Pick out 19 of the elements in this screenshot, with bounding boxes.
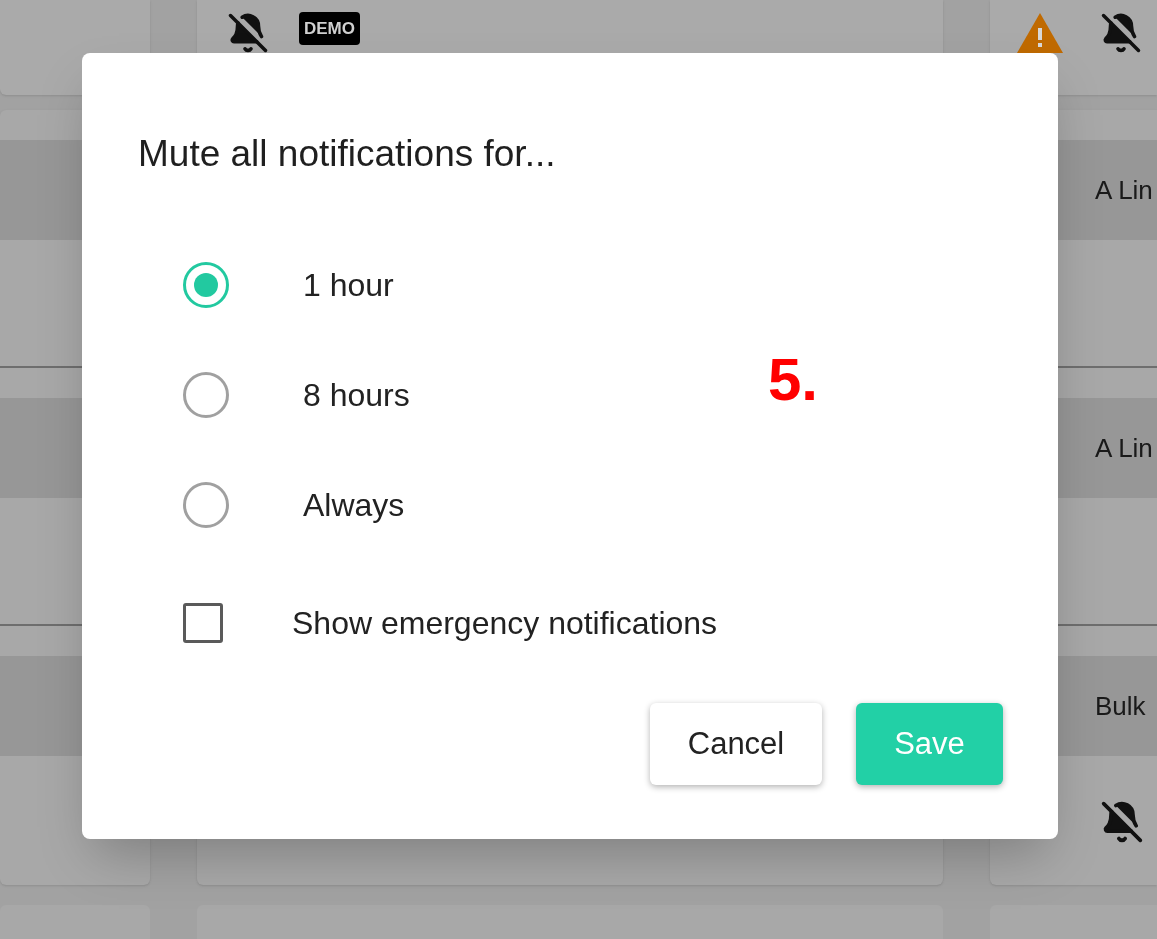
bell-off-icon [1100,800,1144,844]
item-title: Bulk [1095,689,1146,723]
checkbox-label[interactable]: Show emergency notifications [292,599,718,647]
radio-button[interactable] [183,372,229,418]
item-title: A Lin [1095,431,1153,465]
bell-off-icon [1100,12,1142,54]
radio-button[interactable] [183,262,229,308]
radio-button[interactable] [183,482,229,528]
bell-off-icon [227,12,269,54]
item-title: A Lin [1095,173,1153,207]
option-label[interactable]: 8 hours [303,371,410,419]
dialog-title: Mute all notifications for... [138,132,557,176]
option-label[interactable]: Always [303,481,405,529]
cancel-button[interactable]: Cancel [650,703,822,785]
warning-icon [1016,12,1064,54]
option-label[interactable]: 1 hour [303,261,394,309]
demo-badge: DEMO [299,12,360,45]
step-number: 5. [768,350,819,410]
checkbox[interactable] [183,603,223,643]
